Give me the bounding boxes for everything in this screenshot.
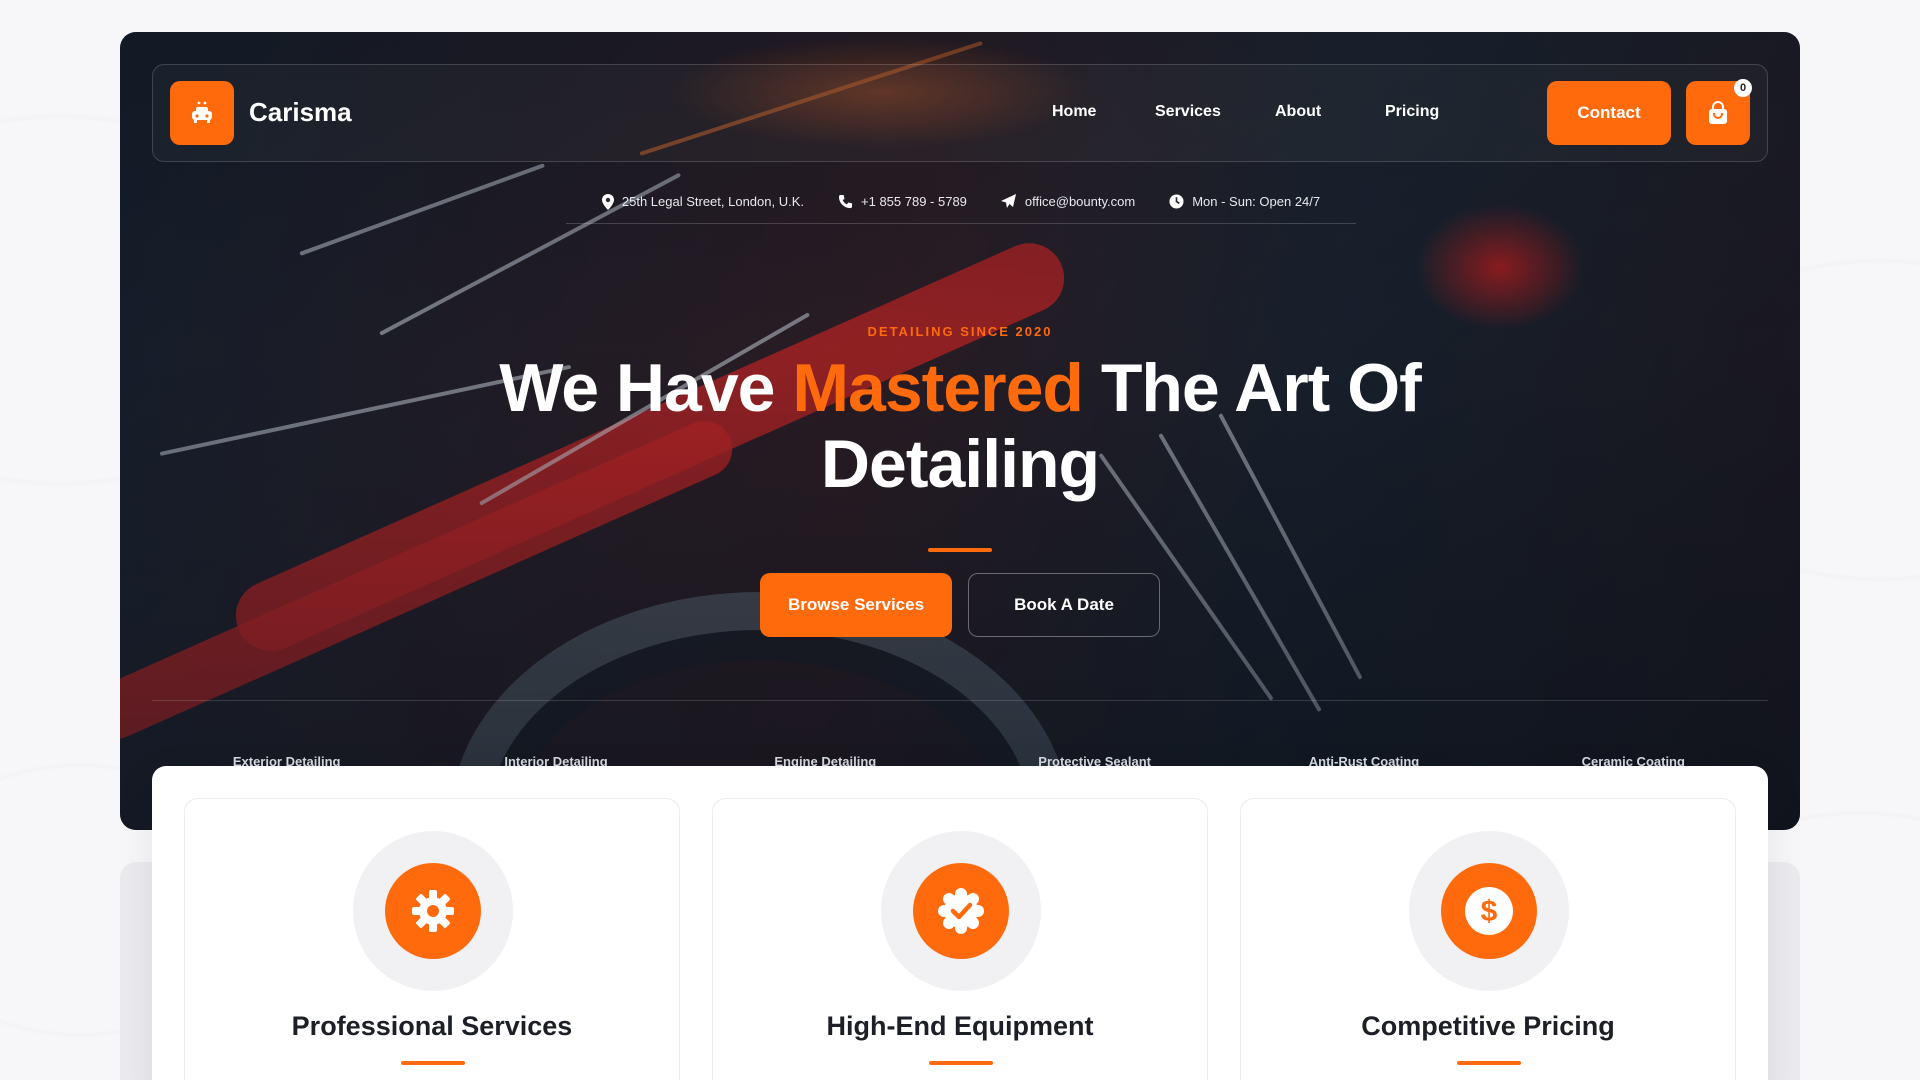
shopping-bag-icon [1709, 101, 1727, 124]
feature-title: Competitive Pricing [1361, 1011, 1615, 1041]
feature-card-high-end-equipment: High-End Equipment [712, 798, 1208, 1080]
feature-divider [1457, 1061, 1521, 1065]
feature-icon-disc [385, 863, 481, 959]
svg-text:$: $ [1481, 895, 1498, 928]
nav-link-about[interactable]: About [1275, 103, 1321, 121]
hero-section: Carisma Home Services About Pricing Cont… [120, 32, 1800, 830]
car-wash-icon [192, 101, 212, 123]
address-text: 25th Legal Street, London, U.K. [621, 194, 805, 209]
feature-icon-ring [881, 831, 1041, 991]
paper-plane-icon [1000, 194, 1016, 208]
feature-icon-disc: $ [1441, 863, 1537, 959]
phone-text: +1 855 789 - 5789 [861, 194, 967, 209]
email-info[interactable]: office@bounty.com [1000, 194, 1136, 209]
feature-icon-disc [913, 863, 1009, 959]
feature-card-professional-services: Professional Services [184, 798, 680, 1080]
headline-text: We Have [499, 350, 793, 426]
cart-count-badge: 0 [1734, 79, 1752, 97]
address-info: 25th Legal Street, London, U.K. [601, 193, 805, 210]
map-pin-icon [601, 193, 614, 210]
hero-eyebrow: DETAILING SINCE 2020 [867, 324, 1053, 339]
hero-headline: We Have Mastered The Art Of Detailing [460, 350, 1460, 502]
nav-link-pricing[interactable]: Pricing [1385, 103, 1439, 121]
email-text: office@bounty.com [1024, 194, 1136, 209]
feature-title: High-End Equipment [826, 1011, 1094, 1041]
nav-link-home[interactable]: Home [1052, 103, 1096, 121]
logo-badge[interactable] [170, 81, 234, 145]
book-a-date-button[interactable]: Book A Date [968, 573, 1160, 637]
feature-divider [929, 1061, 993, 1065]
features-section: Professional Services High-End Equipment… [152, 766, 1768, 1080]
phone-info[interactable]: +1 855 789 - 5789 [838, 194, 967, 209]
clock-icon [1169, 194, 1184, 209]
feature-icon-ring: $ [1409, 831, 1569, 991]
feature-title: Professional Services [291, 1011, 573, 1041]
hours-text: Mon - Sun: Open 24/7 [1192, 194, 1321, 209]
contact-button[interactable]: Contact [1547, 81, 1671, 145]
feature-card-competitive-pricing: $ Competitive Pricing [1240, 798, 1736, 1080]
browse-services-button[interactable]: Browse Services [760, 573, 952, 637]
top-navbar: Carisma Home Services About Pricing Cont… [152, 64, 1768, 162]
dollar-icon: $ [1465, 887, 1513, 935]
gear-icon [412, 890, 454, 932]
feature-icon-ring [353, 831, 513, 991]
cart-button[interactable]: 0 [1686, 79, 1752, 145]
nav-link-services[interactable]: Services [1155, 103, 1221, 121]
contact-info-bar: 25th Legal Street, London, U.K. +1 855 7… [566, 180, 1356, 224]
phone-icon [838, 194, 853, 209]
hours-info: Mon - Sun: Open 24/7 [1169, 194, 1320, 209]
headline-divider [928, 548, 992, 552]
brand-name[interactable]: Carisma [249, 97, 352, 128]
feature-divider [401, 1061, 465, 1065]
service-strip-divider [152, 700, 1768, 701]
headline-accent-text: Mastered [792, 350, 1084, 426]
badge-check-icon [938, 888, 984, 934]
